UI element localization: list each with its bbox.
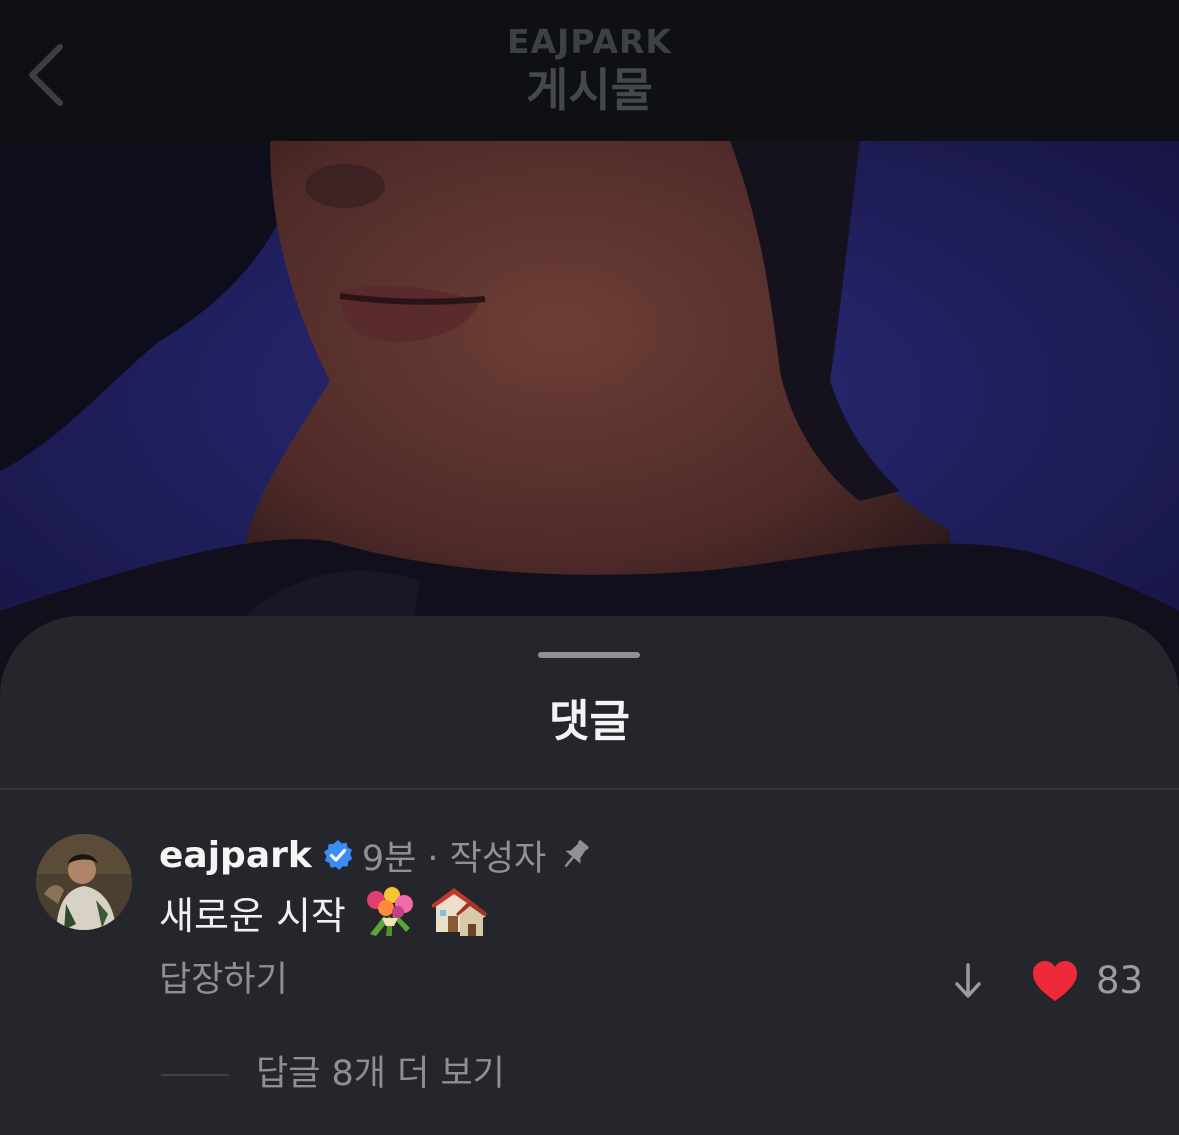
nav-bar: EAJPARK 게시물 [0,0,1179,141]
avatar[interactable] [36,834,132,930]
nav-username: EAJPARK [506,22,673,61]
comment-text: 새로운 시작 [159,893,346,938]
bouquet-emoji-icon [362,886,416,938]
sheet-grabber[interactable] [538,652,640,658]
heart-icon [1033,961,1077,1001]
verified-badge-icon [322,839,354,871]
nav-title-group: EAJPARK 게시물 [0,22,1179,118]
comment-username[interactable]: eajpark [159,835,312,876]
sheet-title: 댓글 [549,696,630,747]
divider [0,788,1179,790]
like-count: 83 [1096,959,1144,1002]
pin-icon [556,836,594,874]
page-title: 게시물 [526,63,653,117]
post-comments-screen: EAJPARK 게시물 댓글 eajpark 9분 · 작성자 새로운 시작 답… [0,0,1179,1135]
comment-meta: 9분 · 작성자 [361,838,547,879]
comments-sheet: 댓글 eajpark 9분 · 작성자 새로운 시작 답장하기 83 답글 8개… [0,616,1179,1135]
houses-emoji-icon [431,886,488,938]
dislike-button[interactable] [946,956,990,1006]
view-more-replies-button[interactable]: 답글 8개 더 보기 [256,1050,505,1098]
reply-button[interactable]: 답장하기 [159,956,288,1004]
comment-body: 새로운 시작 [159,884,488,940]
comment-header: eajpark 9분 · 작성자 [159,830,594,880]
arrow-down-icon [955,963,981,998]
replies-indent-line [161,1074,229,1076]
like-button[interactable] [1030,956,1080,1006]
